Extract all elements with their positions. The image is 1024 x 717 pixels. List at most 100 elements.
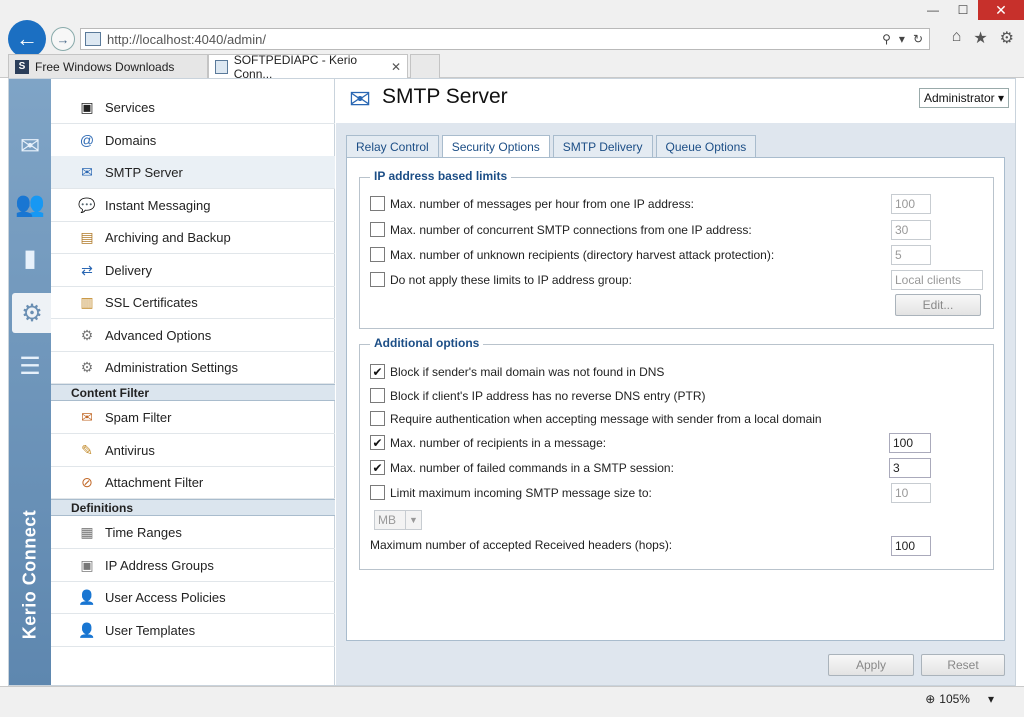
maximize-icon[interactable]: ☐: [948, 0, 978, 20]
chat-icon: 💬: [78, 196, 96, 213]
option-row: Limit maximum incoming SMTP message size…: [370, 485, 652, 500]
checkbox[interactable]: [370, 485, 385, 500]
apply-button[interactable]: Apply: [828, 654, 914, 676]
users-icon[interactable]: 👥: [13, 187, 47, 221]
nav-item-attachment-filter[interactable]: ⊘ Attachment Filter: [51, 466, 335, 499]
tab-relay-control[interactable]: Relay Control: [346, 135, 439, 157]
nav-item-instant-messaging[interactable]: 💬 Instant Messaging: [51, 189, 335, 222]
refresh-icon[interactable]: ↻: [913, 32, 923, 46]
configuration-gear-icon[interactable]: ⚙: [12, 293, 52, 333]
max-message-size-input[interactable]: 10: [891, 483, 931, 503]
nav-item-smtp-server[interactable]: ✉ SMTP Server: [51, 156, 335, 189]
close-window-icon[interactable]: ✕: [978, 0, 1024, 20]
logs-icon[interactable]: ☰: [13, 349, 47, 383]
home-icon[interactable]: ⌂: [952, 28, 962, 48]
smtp-icon: ✉: [81, 163, 93, 180]
browser-chrome: — ☐ ✕ ← → http://localhost:4040/admin/ ⚲…: [0, 0, 1024, 81]
max-failed-commands-input[interactable]: 3: [889, 458, 931, 478]
section-rail: ✉ 👥 ▮ ⚙ ☰ Kerio Connect: [9, 79, 52, 685]
back-arrow-icon: ←: [16, 26, 38, 51]
browser-tab-kerio-connect[interactable]: SOFTPEDIAPC - Kerio Conn... ✕: [208, 53, 408, 81]
nav-item-services[interactable]: ▣ Services: [51, 91, 335, 124]
nav-item-user-access-policies[interactable]: 👤 User Access Policies: [51, 581, 335, 614]
site-icon: [85, 32, 101, 46]
checkbox[interactable]: ✔: [370, 364, 385, 379]
new-tab-button[interactable]: [410, 54, 440, 78]
size-unit-select[interactable]: MB ▼: [374, 510, 422, 530]
checkbox[interactable]: [370, 272, 385, 287]
nav-item-domains[interactable]: @ Domains: [51, 124, 335, 157]
ip-group-icon: ▣: [80, 556, 94, 573]
reset-button[interactable]: Reset: [921, 654, 1005, 676]
softpedia-favicon-icon: S: [15, 59, 29, 74]
nav-item-delivery[interactable]: ⇄ Delivery: [51, 254, 335, 287]
option-row: Require authentication when accepting me…: [370, 411, 822, 426]
max-hops-input[interactable]: 100: [891, 536, 931, 556]
at-icon: @: [79, 132, 95, 148]
ip-group-select[interactable]: Local clients: [891, 270, 983, 290]
nav-item-administration-settings[interactable]: ⚙ Administration Settings: [51, 351, 335, 384]
option-row: ✔ Max. number of failed commands in a SMT…: [370, 460, 674, 475]
checkbox[interactable]: [370, 247, 385, 262]
checkbox[interactable]: [370, 388, 385, 403]
delivery-icon: ⇄: [81, 261, 93, 278]
kerio-admin-app: ✉ 👥 ▮ ⚙ ☰ Kerio Connect ▣ Services @ Domai…: [8, 78, 1016, 686]
unknown-recipients-input[interactable]: 5: [891, 245, 931, 265]
ip-limit-row: Do not apply these limits to IP address …: [370, 272, 632, 287]
url-text: http://localhost:4040/admin/: [107, 31, 266, 47]
nav-item-time-ranges[interactable]: ▦ Time Ranges: [51, 516, 335, 549]
ip-limits-title: IP address based limits: [370, 169, 512, 183]
checkbox[interactable]: [370, 222, 385, 237]
max-recipients-input[interactable]: 100: [889, 433, 931, 453]
tab-queue-options[interactable]: Queue Options: [655, 135, 757, 157]
dropdown-icon[interactable]: ▾: [899, 32, 905, 46]
statistics-icon[interactable]: ▮: [13, 241, 47, 275]
back-button[interactable]: ←: [8, 20, 46, 58]
nav-item-advanced-options[interactable]: ⚙ Advanced Options: [51, 319, 335, 352]
forward-button[interactable]: →: [51, 27, 75, 51]
attachment-icon: ⊘: [81, 473, 93, 490]
checkbox[interactable]: ✔: [370, 435, 385, 450]
settings-tabs: Relay Control Security Options SMTP Deli…: [346, 135, 757, 158]
zoom-control[interactable]: ⊕ 105% ▾: [925, 692, 994, 706]
page-title: SMTP Server: [382, 85, 508, 108]
checkbox[interactable]: [370, 411, 385, 426]
nav-item-ip-address-groups[interactable]: ▣ IP Address Groups: [51, 549, 335, 582]
ip-limits-group: IP address based limits Max. number of m…: [359, 169, 994, 329]
antivirus-icon: ✎: [81, 441, 93, 458]
archive-icon: ▤: [80, 228, 94, 245]
nav-item-user-templates[interactable]: 👤 User Templates: [51, 614, 335, 647]
browser-tab-free-windows-downloads[interactable]: S Free Windows Downloads: [8, 54, 208, 78]
concurrent-connections-input[interactable]: 30: [891, 220, 931, 240]
checkbox[interactable]: [370, 196, 385, 211]
mail-icon[interactable]: ✉: [13, 129, 47, 163]
option-row: Block if client's IP address has no reve…: [370, 388, 706, 403]
tab-security-options[interactable]: Security Options: [441, 135, 550, 158]
option-row: ✔ Max. number of recipients in a message:: [370, 435, 606, 450]
zoom-icon: ⊕: [925, 692, 936, 706]
search-icon[interactable]: ⚲: [882, 32, 891, 46]
main-content: ✉ SMTP Server Administrator ▾ Relay Cont…: [336, 79, 1015, 685]
minimize-icon[interactable]: —: [918, 0, 948, 20]
address-bar[interactable]: http://localhost:4040/admin/ ⚲ ▾ ↻: [80, 28, 930, 50]
kerio-connect-brand: Kerio Connect: [19, 509, 40, 639]
nav-item-ssl-certificates[interactable]: ▥ SSL Certificates: [51, 286, 335, 319]
nav-item-archiving-backup[interactable]: ▤ Archiving and Backup: [51, 221, 335, 254]
messages-per-hour-input[interactable]: 100: [891, 194, 931, 214]
admin-icon: ⚙: [80, 358, 94, 375]
tab-close-icon[interactable]: ✕: [391, 60, 401, 74]
administrator-menu[interactable]: Administrator ▾: [918, 88, 1009, 108]
checkbox[interactable]: ✔: [370, 460, 385, 475]
security-options-panel: IP address based limits Max. number of m…: [346, 157, 1005, 641]
nav-item-antivirus[interactable]: ✎ Antivirus: [51, 434, 335, 467]
favorites-star-icon[interactable]: ★: [973, 28, 987, 48]
edit-ip-group-button[interactable]: Edit...: [895, 294, 981, 316]
hops-row: Maximum number of accepted Received head…: [370, 538, 673, 552]
smtp-server-icon: ✉: [349, 83, 371, 114]
nav-item-spam-filter[interactable]: ✉ Spam Filter: [51, 401, 335, 434]
additional-options-group: Additional options ✔ Block if sender's ma…: [359, 336, 994, 570]
ip-limit-row: Max. number of messages per hour from on…: [370, 196, 694, 211]
tab-smtp-delivery[interactable]: SMTP Delivery: [552, 135, 653, 157]
policy-icon: 👤: [78, 588, 96, 605]
settings-gear-icon[interactable]: ⚙: [1000, 28, 1014, 48]
